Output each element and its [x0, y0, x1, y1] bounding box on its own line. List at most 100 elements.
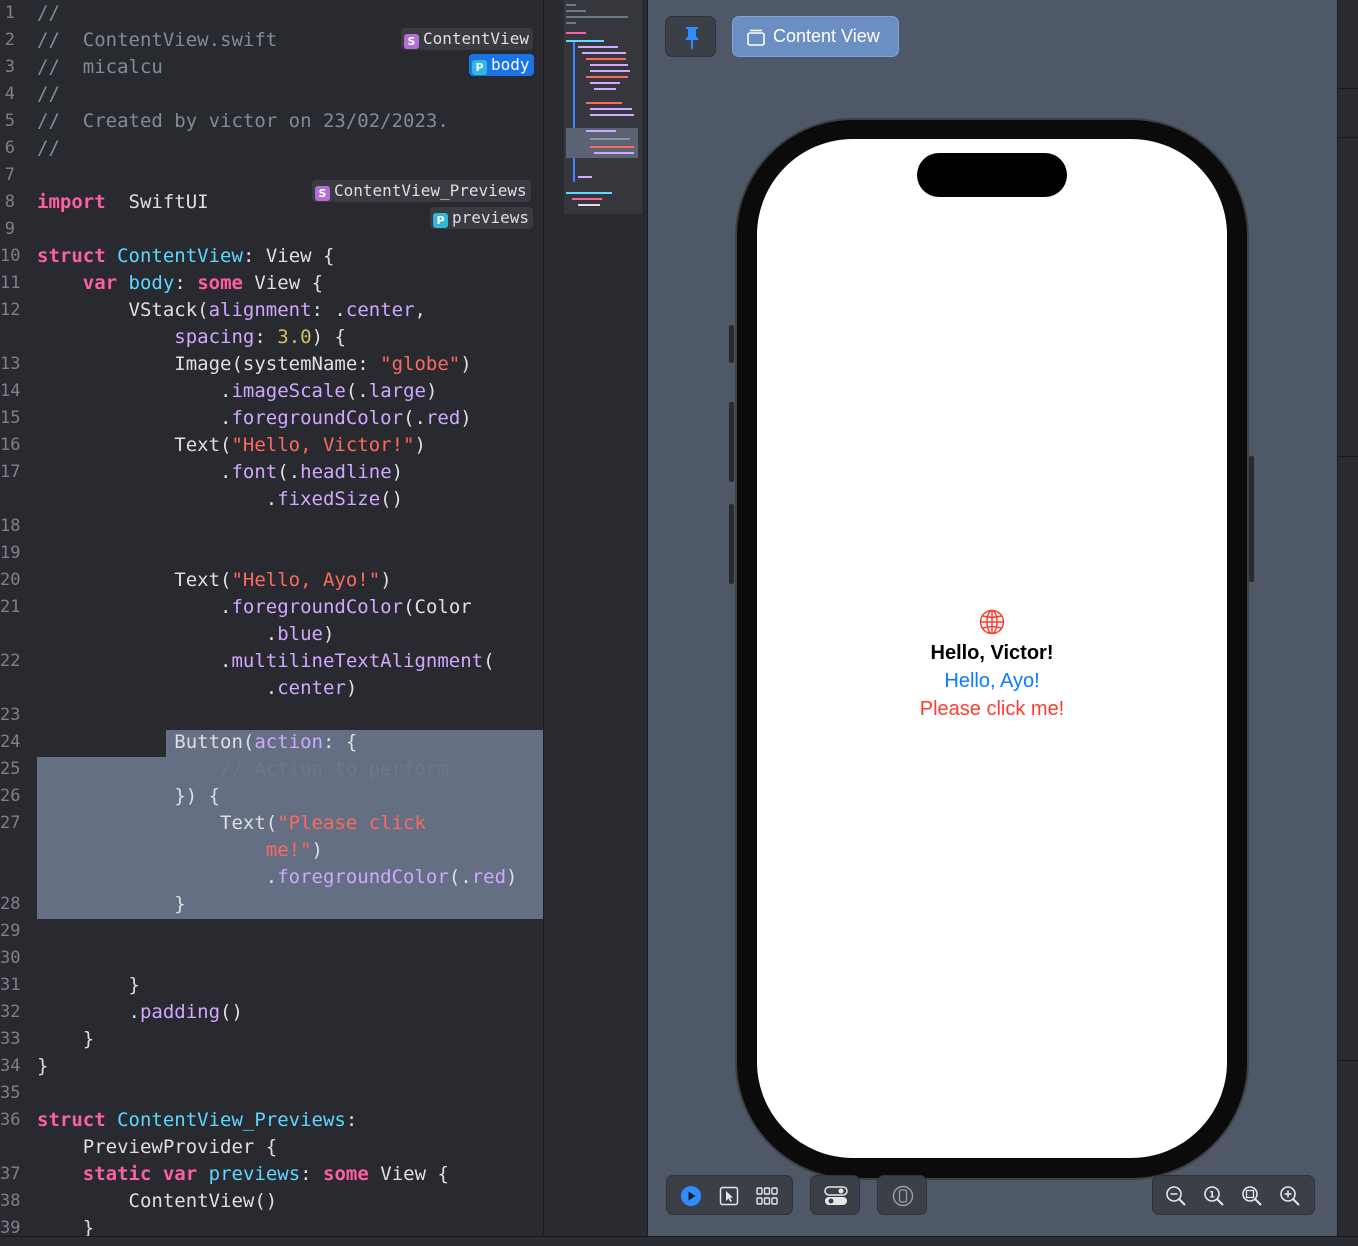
minimap-line [578, 176, 592, 178]
code-line[interactable]: 38 ContentView() [0, 1188, 543, 1215]
code-line[interactable]: PreviewProvider { [0, 1134, 543, 1161]
badge-content-view-previews[interactable]: S ContentView_Previews [312, 180, 531, 202]
badge-previews[interactable]: Ppreviews [430, 207, 534, 229]
minimap-line [566, 22, 576, 24]
dynamic-island [917, 153, 1067, 197]
code-line[interactable]: 13 Image(systemName: "globe") [0, 351, 543, 378]
code-line[interactable]: 19 [0, 540, 543, 567]
code-token: // [37, 2, 60, 24]
selectable-cursor-icon[interactable] [718, 1185, 740, 1207]
code-line[interactable]: 3 // micalcu [0, 54, 543, 81]
line-number: 13 [0, 354, 21, 374]
code-line[interactable]: 27 Text("Please click [0, 810, 543, 837]
code-line[interactable]: 16 Text("Hello, Victor!") [0, 432, 543, 459]
code-line[interactable]: 20 Text("Hello, Ayo!") [0, 567, 543, 594]
code-line[interactable]: 11 var body: some View { [0, 270, 543, 297]
zoom-fit-icon[interactable] [1241, 1185, 1263, 1207]
code-line[interactable]: 33 } [0, 1026, 543, 1053]
code-line[interactable]: 12 VStack(alignment: .center, [0, 297, 543, 324]
live-play-icon[interactable] [680, 1185, 702, 1207]
line-number: 10 [0, 246, 21, 266]
code-token: import [37, 191, 106, 213]
code-token: Image(systemName: [37, 353, 381, 375]
code-text: }) { [37, 783, 220, 810]
code-line[interactable]: 4 // [0, 81, 543, 108]
code-line[interactable]: 1 // [0, 0, 543, 27]
code-line[interactable]: 23 [0, 702, 543, 729]
code-line[interactable]: 26 }) { [0, 783, 543, 810]
code-line[interactable]: 34} [0, 1053, 543, 1080]
device-button[interactable] [877, 1175, 927, 1215]
code-line[interactable]: .fixedSize() [0, 486, 543, 513]
pin-button[interactable] [665, 16, 716, 57]
code-token: . [37, 623, 278, 645]
code-line[interactable]: 36 struct ContentView_Previews: [0, 1107, 543, 1134]
code-line[interactable]: 35 [0, 1080, 543, 1107]
code-editor[interactable]: 1 // 2 // ContentView.swift 3 // micalcu 4 // 5 /… [0, 0, 543, 1246]
preview-tab-content-view[interactable]: Content View [732, 16, 899, 57]
code-line[interactable]: 22 .multilineTextAlignment( [0, 648, 543, 675]
line-number: 12 [0, 300, 21, 320]
code-line[interactable]: me!") [0, 837, 543, 864]
code-line[interactable]: .blue) [0, 621, 543, 648]
code-line[interactable]: 10 struct ContentView: View { [0, 243, 543, 270]
code-token: ) [506, 866, 518, 888]
code-line[interactable]: 30 [0, 945, 543, 972]
code-token: (Color [403, 596, 472, 618]
code-token: // micalcu [37, 56, 163, 78]
code-text: .foregroundColor(.red) [37, 864, 518, 891]
code-token: headline [300, 461, 392, 483]
code-line[interactable]: 5 // Created by victor on 23/02/2023. [0, 108, 543, 135]
code-line[interactable]: 14 .imageScale(.large) [0, 378, 543, 405]
minimap[interactable] [543, 0, 647, 1246]
code-line[interactable]: 15 .foregroundColor(.red) [0, 405, 543, 432]
code-line[interactable]: 21 .foregroundColor(Color [0, 594, 543, 621]
code-line[interactable]: .foregroundColor(.red) [0, 864, 543, 891]
code-text: struct ContentView: View { [37, 243, 334, 270]
code-line[interactable]: 17 .font(.headline) [0, 459, 543, 486]
code-line[interactable]: 31 } [0, 972, 543, 999]
badge-content-view[interactable]: S ContentView [401, 28, 533, 50]
minimap-line [582, 52, 626, 54]
code-line[interactable]: spacing: 3.0) { [0, 324, 543, 351]
code-text: spacing: 3.0) { [37, 324, 346, 351]
phone-side-button [729, 504, 734, 584]
variants-grid-icon[interactable] [756, 1186, 778, 1206]
divider [1338, 456, 1358, 457]
zoom-in-icon[interactable] [1279, 1185, 1301, 1207]
code-line[interactable]: 24 Button(action: { [0, 729, 543, 756]
phone-side-button [1249, 456, 1254, 582]
code-text: // [37, 135, 60, 162]
line-number: 28 [0, 894, 21, 914]
code-token: fixedSize [277, 488, 381, 510]
code-text: PreviewProvider { [37, 1134, 277, 1161]
zoom-100-icon[interactable]: 1 [1203, 1185, 1225, 1207]
code-token: static [82, 1163, 152, 1185]
code-line[interactable]: 18 [0, 513, 543, 540]
badge-body[interactable]: Pbody [469, 54, 534, 76]
minimap-line [586, 130, 616, 132]
code-line[interactable]: 29 [0, 918, 543, 945]
code-token: some [197, 272, 243, 294]
line-number: 4 [4, 84, 15, 104]
code-line[interactable]: 6 // [0, 135, 543, 162]
screen-click-button[interactable]: Please click me! [757, 697, 1227, 721]
code-token: imageScale [231, 380, 346, 402]
code-line[interactable]: 28 } [0, 891, 543, 918]
code-token: ( [483, 650, 495, 672]
zoom-out-icon[interactable] [1165, 1185, 1187, 1207]
code-text: me!") [37, 837, 323, 864]
line-number: 36 [0, 1110, 21, 1130]
code-token: padding [139, 1001, 221, 1023]
code-line[interactable]: .center) [0, 675, 543, 702]
code-line[interactable]: 25 // Action to perform [0, 756, 543, 783]
code-token: ) [345, 677, 358, 699]
code-line[interactable]: 37 static var previews: some View { [0, 1161, 543, 1188]
code-text: // [37, 0, 60, 27]
code-line[interactable]: 32 .padding() [0, 999, 543, 1026]
device-settings-button[interactable] [810, 1175, 860, 1215]
code-text: Image(systemName: "globe") [37, 351, 471, 378]
property-icon: P [472, 60, 487, 75]
